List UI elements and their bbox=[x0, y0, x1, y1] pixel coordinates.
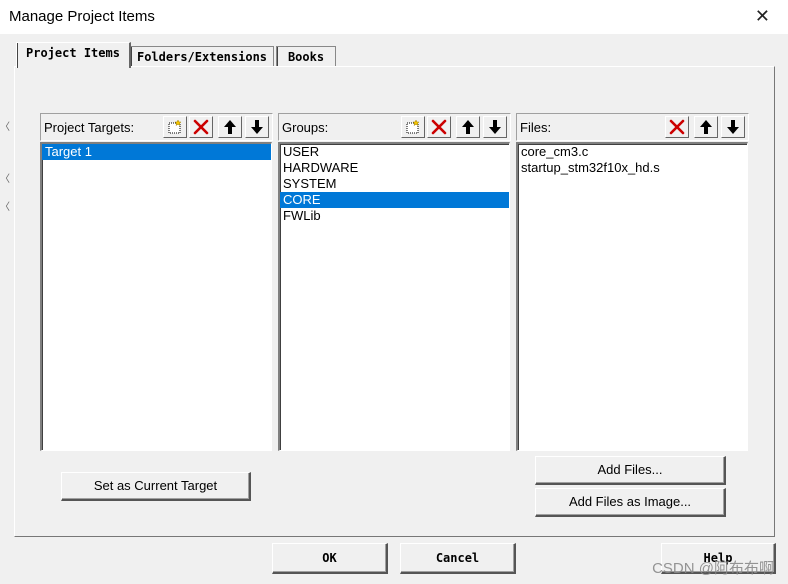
watermark: CSDN @阿布布啊 bbox=[652, 560, 774, 577]
list-item[interactable]: startup_stm32f10x_hd.s bbox=[518, 160, 747, 176]
tab-books[interactable]: Books bbox=[276, 46, 336, 67]
arrow-up-icon bbox=[224, 120, 236, 134]
edge-artifact: 〈 bbox=[0, 122, 10, 133]
targets-label: Project Targets: bbox=[44, 120, 135, 135]
delete-file-button[interactable] bbox=[665, 116, 689, 138]
add-files-button[interactable]: Add Files... bbox=[535, 456, 726, 485]
new-target-button[interactable] bbox=[163, 116, 187, 138]
ok-button[interactable]: OK bbox=[272, 543, 388, 574]
add-files-as-image-button[interactable]: Add Files as Image... bbox=[535, 488, 726, 517]
arrow-up-icon bbox=[462, 120, 474, 134]
list-item[interactable]: core_cm3.c bbox=[518, 144, 747, 160]
title-bar: Manage Project Items ✕ bbox=[0, 0, 788, 34]
files-header: Files: bbox=[516, 113, 749, 141]
delete-group-button[interactable] bbox=[427, 116, 451, 138]
arrow-down-icon bbox=[727, 120, 739, 134]
window-title: Manage Project Items bbox=[9, 8, 155, 25]
delete-x-icon bbox=[669, 119, 685, 135]
list-item[interactable]: SYSTEM bbox=[280, 176, 509, 192]
cancel-button[interactable]: Cancel bbox=[400, 543, 516, 574]
move-target-up-button[interactable] bbox=[218, 116, 242, 138]
edge-artifact: 〈 bbox=[0, 202, 10, 213]
set-current-target-button[interactable]: Set as Current Target bbox=[61, 472, 251, 501]
list-item[interactable]: FWLib bbox=[280, 208, 509, 224]
move-group-up-button[interactable] bbox=[456, 116, 480, 138]
move-file-down-button[interactable] bbox=[721, 116, 745, 138]
close-icon[interactable]: ✕ bbox=[755, 6, 770, 27]
tab-project-items[interactable]: Project Items bbox=[16, 42, 131, 68]
files-list[interactable]: core_cm3.c startup_stm32f10x_hd.s bbox=[516, 142, 748, 451]
delete-x-icon bbox=[193, 119, 209, 135]
groups-header: Groups: bbox=[278, 113, 511, 141]
files-label: Files: bbox=[520, 120, 552, 135]
list-item[interactable]: CORE bbox=[280, 192, 509, 208]
targets-list[interactable]: Target 1 bbox=[40, 142, 272, 451]
move-file-up-button[interactable] bbox=[694, 116, 718, 138]
tab-folders-extensions[interactable]: Folders/Extensions bbox=[130, 46, 274, 67]
new-item-icon bbox=[168, 119, 182, 134]
arrow-up-icon bbox=[700, 120, 712, 134]
list-item[interactable]: USER bbox=[280, 144, 509, 160]
edge-artifact: 〈 bbox=[0, 174, 10, 185]
groups-label: Groups: bbox=[282, 120, 329, 135]
arrow-down-icon bbox=[251, 120, 263, 134]
targets-header: Project Targets: bbox=[40, 113, 273, 141]
delete-x-icon bbox=[431, 119, 447, 135]
list-item[interactable]: HARDWARE bbox=[280, 160, 509, 176]
move-target-down-button[interactable] bbox=[245, 116, 269, 138]
list-item[interactable]: Target 1 bbox=[42, 144, 271, 160]
new-item-icon bbox=[406, 119, 420, 134]
new-group-button[interactable] bbox=[401, 116, 425, 138]
arrow-down-icon bbox=[489, 120, 501, 134]
move-group-down-button[interactable] bbox=[483, 116, 507, 138]
groups-list[interactable]: USER HARDWARE SYSTEM CORE FWLib bbox=[278, 142, 510, 451]
delete-target-button[interactable] bbox=[189, 116, 213, 138]
